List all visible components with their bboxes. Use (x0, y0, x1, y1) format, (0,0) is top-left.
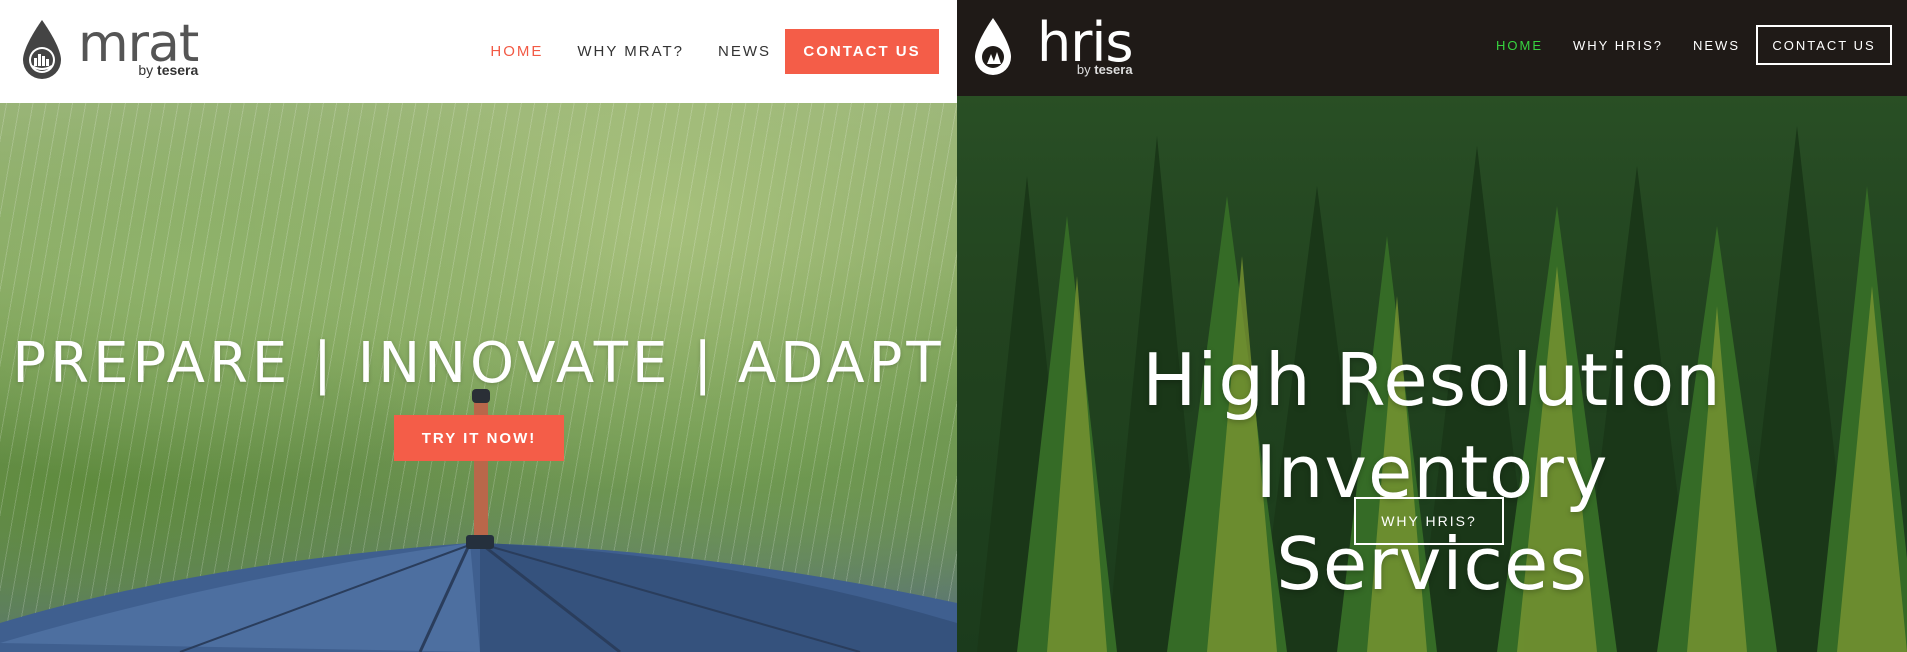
water-drop-trees-icon (975, 18, 1011, 75)
hris-headline-line1: High Resolution Inventory (1142, 338, 1722, 515)
nav-home[interactable]: HOME (1496, 38, 1543, 53)
hris-nav: HOME WHY HRIS? NEWS (1496, 38, 1740, 53)
hris-site: hris by tesera HOME WHY HRIS? NEWS CONTA… (957, 0, 1907, 652)
mrat-by-tesera: by tesera (138, 62, 198, 78)
mrat-site: mrat by tesera HOME WHY MRAT? NEWS CONTA… (0, 0, 957, 652)
mrat-wordmark: mrat by tesera (78, 18, 199, 78)
split-screenshot: mrat by tesera HOME WHY MRAT? NEWS CONTA… (0, 0, 1907, 652)
nav-why-hris[interactable]: WHY HRIS? (1573, 38, 1663, 53)
by-prefix: by (138, 62, 154, 78)
tesera-brand: tesera (1094, 62, 1133, 77)
mrat-nav: HOME WHY MRAT? NEWS (490, 43, 771, 60)
water-drop-city-icon (23, 20, 61, 79)
contact-us-button[interactable]: CONTACT US (785, 29, 939, 74)
nav-home[interactable]: HOME (490, 43, 543, 60)
hris-header: hris by tesera HOME WHY HRIS? NEWS CONTA… (957, 0, 1907, 96)
mrat-header: mrat by tesera HOME WHY MRAT? NEWS CONTA… (0, 0, 957, 103)
nav-why-mrat[interactable]: WHY MRAT? (577, 43, 684, 60)
mrat-headline: PREPARE | INNOVATE | ADAPT (12, 330, 945, 396)
hris-headline: High Resolution Inventory Services (957, 334, 1907, 610)
hris-logo[interactable]: hris by tesera (973, 16, 1134, 78)
hris-hero: High Resolution Inventory Services WHY H… (957, 96, 1907, 652)
hris-wordmark: hris by tesera (1037, 16, 1134, 78)
hris-by-tesera: by tesera (1077, 62, 1133, 77)
mrat-hero: PREPARE | INNOVATE | ADAPT TRY IT NOW! (0, 103, 957, 652)
tesera-brand: tesera (157, 62, 199, 78)
why-hris-button[interactable]: WHY HRIS? (1354, 497, 1504, 545)
mrat-logo[interactable]: mrat by tesera (20, 18, 199, 82)
by-prefix: by (1076, 62, 1091, 77)
try-it-now-button[interactable]: TRY IT NOW! (394, 415, 564, 461)
contact-us-button[interactable]: CONTACT US (1756, 25, 1892, 65)
nav-news[interactable]: NEWS (718, 43, 771, 60)
nav-news[interactable]: NEWS (1693, 38, 1740, 53)
